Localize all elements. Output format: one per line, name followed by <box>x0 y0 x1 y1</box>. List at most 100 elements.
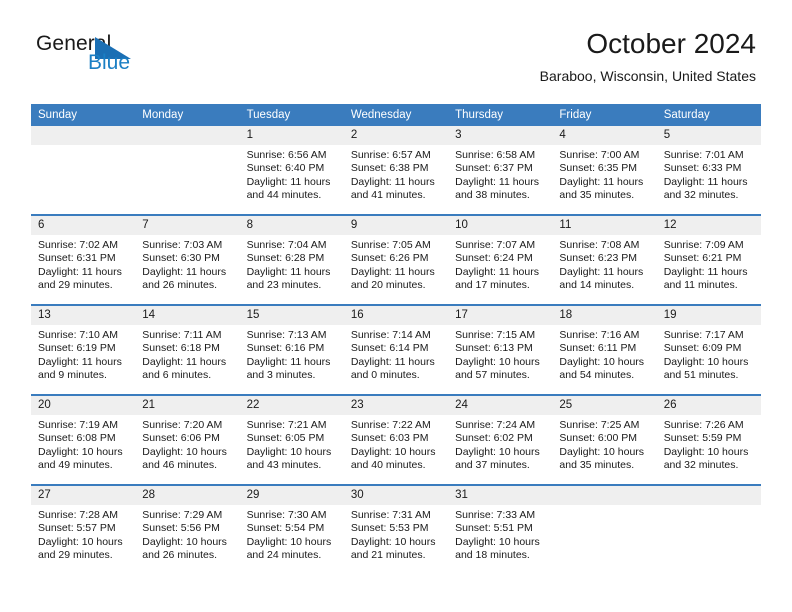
sunset-text: Sunset: 5:57 PM <box>38 522 116 535</box>
day-cell[interactable] <box>552 484 657 574</box>
sunrise-text: Sunrise: 7:19 AM <box>38 419 118 431</box>
sunset-text: Sunset: 6:31 PM <box>38 252 116 265</box>
day-cell[interactable]: 23 Sunrise: 7:22 AM Sunset: 6:03 PM Dayligh… <box>343 394 449 485</box>
day-cell[interactable]: 10 Sunrise: 7:07 AM Sunset: 6:24 PM Dayligh… <box>448 214 553 305</box>
day-cell[interactable]: 12 Sunrise: 7:09 AM Sunset: 6:21 PM Dayligh… <box>656 214 761 305</box>
sunrise-text: Sunrise: 7:30 AM <box>246 509 327 521</box>
daylight-text-line1: Daylight: 10 hours <box>246 535 332 548</box>
calendar-week-row: 20 Sunrise: 7:19 AM Sunset: 6:08 PM Dayligh… <box>31 394 761 485</box>
day-cell[interactable]: 25 Sunrise: 7:25 AM Sunset: 6:00 PM Dayligh… <box>552 394 657 485</box>
day-number: 29 <box>239 486 344 505</box>
day-cell[interactable]: 7 Sunrise: 7:03 AM Sunset: 6:30 PM Daylight… <box>135 214 240 305</box>
day-cell[interactable]: 14 Sunrise: 7:11 AM Sunset: 6:18 PM Dayligh… <box>135 304 240 395</box>
day-cell[interactable]: 1 Sunrise: 6:56 AM Sunset: 6:40 PM Daylight… <box>239 126 344 215</box>
day-number <box>552 486 657 505</box>
day-number: 28 <box>135 486 240 505</box>
sunrise-text: Sunrise: 7:01 AM <box>663 149 744 161</box>
sunrise-text: Sunrise: 7:21 AM <box>246 419 327 431</box>
daylight-text-line2: and 54 minutes. <box>559 369 635 382</box>
sunset-text: Sunset: 6:08 PM <box>38 432 116 445</box>
sunrise-text: Sunrise: 7:02 AM <box>38 239 118 251</box>
sunrise-text: Sunrise: 7:17 AM <box>663 329 744 341</box>
sunset-text: Sunset: 5:51 PM <box>455 522 533 535</box>
day-cell[interactable]: 11 Sunrise: 7:08 AM Sunset: 6:23 PM Dayligh… <box>552 214 657 305</box>
sunrise-text: Sunrise: 6:56 AM <box>246 149 327 161</box>
day-cell[interactable]: 9 Sunrise: 7:05 AM Sunset: 6:26 PM Daylight… <box>343 214 449 305</box>
daylight-text-line1: Daylight: 10 hours <box>350 445 436 458</box>
day-cell[interactable]: 31 Sunrise: 7:33 AM Sunset: 5:51 PM Dayligh… <box>448 484 553 574</box>
sunrise-text: Sunrise: 7:28 AM <box>38 509 118 521</box>
day-cell[interactable]: 4 Sunrise: 7:00 AM Sunset: 6:35 PM Daylight… <box>552 126 657 215</box>
day-cell[interactable]: 16 Sunrise: 7:14 AM Sunset: 6:14 PM Dayligh… <box>343 304 449 395</box>
day-cell[interactable]: 19 Sunrise: 7:17 AM Sunset: 6:09 PM Dayligh… <box>656 304 761 395</box>
sunset-text: Sunset: 6:09 PM <box>663 342 742 355</box>
sunrise-text: Sunrise: 7:20 AM <box>142 419 223 431</box>
daylight-text-line1: Daylight: 10 hours <box>350 535 436 548</box>
sunrise-text: Sunrise: 7:05 AM <box>350 239 431 251</box>
daylight-text-line1: Daylight: 10 hours <box>455 445 540 458</box>
daylight-text-line1: Daylight: 10 hours <box>559 445 645 458</box>
day-cell[interactable]: 8 Sunrise: 7:04 AM Sunset: 6:28 PM Daylight… <box>239 214 344 305</box>
day-cell[interactable]: 27 Sunrise: 7:28 AM Sunset: 5:57 PM Dayligh… <box>31 484 136 574</box>
daylight-text-line1: Daylight: 10 hours <box>455 535 540 548</box>
day-cell[interactable]: 5 Sunrise: 7:01 AM Sunset: 6:33 PM Daylight… <box>656 126 761 215</box>
day-cell[interactable]: 18 Sunrise: 7:16 AM Sunset: 6:11 PM Dayligh… <box>552 304 657 395</box>
sunrise-text: Sunrise: 7:13 AM <box>246 329 327 341</box>
day-number: 25 <box>552 396 657 415</box>
day-cell[interactable]: 6 Sunrise: 7:02 AM Sunset: 6:31 PM Daylight… <box>31 214 136 305</box>
day-cell[interactable]: 28 Sunrise: 7:29 AM Sunset: 5:56 PM Dayligh… <box>135 484 240 574</box>
daylight-text-line1: Daylight: 11 hours <box>663 265 748 278</box>
day-cell[interactable] <box>135 126 240 215</box>
day-number: 5 <box>656 126 761 145</box>
day-number: 3 <box>448 126 553 145</box>
day-cell[interactable]: 26 Sunrise: 7:26 AM Sunset: 5:59 PM Dayligh… <box>656 394 761 485</box>
sunrise-text: Sunrise: 7:15 AM <box>455 329 536 341</box>
day-number: 12 <box>656 216 761 235</box>
day-cell[interactable]: 13 Sunrise: 7:10 AM Sunset: 6:19 PM Dayligh… <box>31 304 136 395</box>
day-cell[interactable]: 22 Sunrise: 7:21 AM Sunset: 6:05 PM Dayligh… <box>239 394 344 485</box>
day-number: 27 <box>31 486 136 505</box>
day-number: 20 <box>31 396 136 415</box>
day-number <box>31 126 136 145</box>
day-cell[interactable]: 3 Sunrise: 6:58 AM Sunset: 6:37 PM Daylight… <box>448 126 553 215</box>
day-cell[interactable]: 15 Sunrise: 7:13 AM Sunset: 6:16 PM Dayligh… <box>239 304 344 395</box>
day-cell[interactable]: 2 Sunrise: 6:57 AM Sunset: 6:38 PM Daylight… <box>343 126 449 215</box>
day-cell[interactable] <box>656 484 761 574</box>
day-number: 17 <box>448 306 553 325</box>
day-number: 16 <box>343 306 449 325</box>
sunrise-text: Sunrise: 7:16 AM <box>559 329 640 341</box>
daylight-text-line2: and 3 minutes. <box>246 369 316 382</box>
calendar-week-row: 1 Sunrise: 6:56 AM Sunset: 6:40 PM Daylight… <box>31 126 761 215</box>
daylight-text-line1: Daylight: 11 hours <box>559 265 644 278</box>
day-cell[interactable]: 24 Sunrise: 7:24 AM Sunset: 6:02 PM Dayligh… <box>448 394 553 485</box>
sunset-text: Sunset: 5:59 PM <box>663 432 742 445</box>
day-cell[interactable]: 29 Sunrise: 7:30 AM Sunset: 5:54 PM Dayligh… <box>239 484 344 574</box>
calendar: Sunday Monday Tuesday Wednesday Thursday… <box>31 104 761 574</box>
daylight-text-line2: and 20 minutes. <box>350 279 426 292</box>
sunrise-text: Sunrise: 7:03 AM <box>142 239 223 251</box>
sunrise-text: Sunrise: 7:33 AM <box>455 509 536 521</box>
daylight-text-line2: and 51 minutes. <box>663 369 739 382</box>
day-number: 13 <box>31 306 136 325</box>
day-number: 24 <box>448 396 553 415</box>
brand-logo[interactable]: General Blue <box>36 33 216 81</box>
daylight-text-line1: Daylight: 11 hours <box>350 175 435 188</box>
weekday-header-monday: Monday <box>135 104 240 126</box>
day-cell[interactable]: 30 Sunrise: 7:31 AM Sunset: 5:53 PM Dayligh… <box>343 484 449 574</box>
daylight-text-line2: and 6 minutes. <box>142 369 212 382</box>
sunset-text: Sunset: 6:35 PM <box>559 162 638 175</box>
day-cell[interactable]: 20 Sunrise: 7:19 AM Sunset: 6:08 PM Dayligh… <box>31 394 136 485</box>
sunset-text: Sunset: 6:11 PM <box>559 342 637 355</box>
day-cell[interactable]: 21 Sunrise: 7:20 AM Sunset: 6:06 PM Dayligh… <box>135 394 240 485</box>
sunrise-text: Sunrise: 7:00 AM <box>559 149 640 161</box>
day-cell[interactable] <box>31 126 136 215</box>
sunrise-text: Sunrise: 7:22 AM <box>350 419 431 431</box>
sunrise-text: Sunrise: 7:07 AM <box>455 239 536 251</box>
sunrise-text: Sunrise: 7:10 AM <box>38 329 118 341</box>
sunset-text: Sunset: 6:03 PM <box>350 432 429 445</box>
daylight-text-line2: and 35 minutes. <box>559 189 635 202</box>
sunset-text: Sunset: 6:33 PM <box>663 162 742 175</box>
daylight-text-line2: and 37 minutes. <box>455 459 530 472</box>
day-cell[interactable]: 17 Sunrise: 7:15 AM Sunset: 6:13 PM Dayligh… <box>448 304 553 395</box>
day-number <box>656 486 761 505</box>
